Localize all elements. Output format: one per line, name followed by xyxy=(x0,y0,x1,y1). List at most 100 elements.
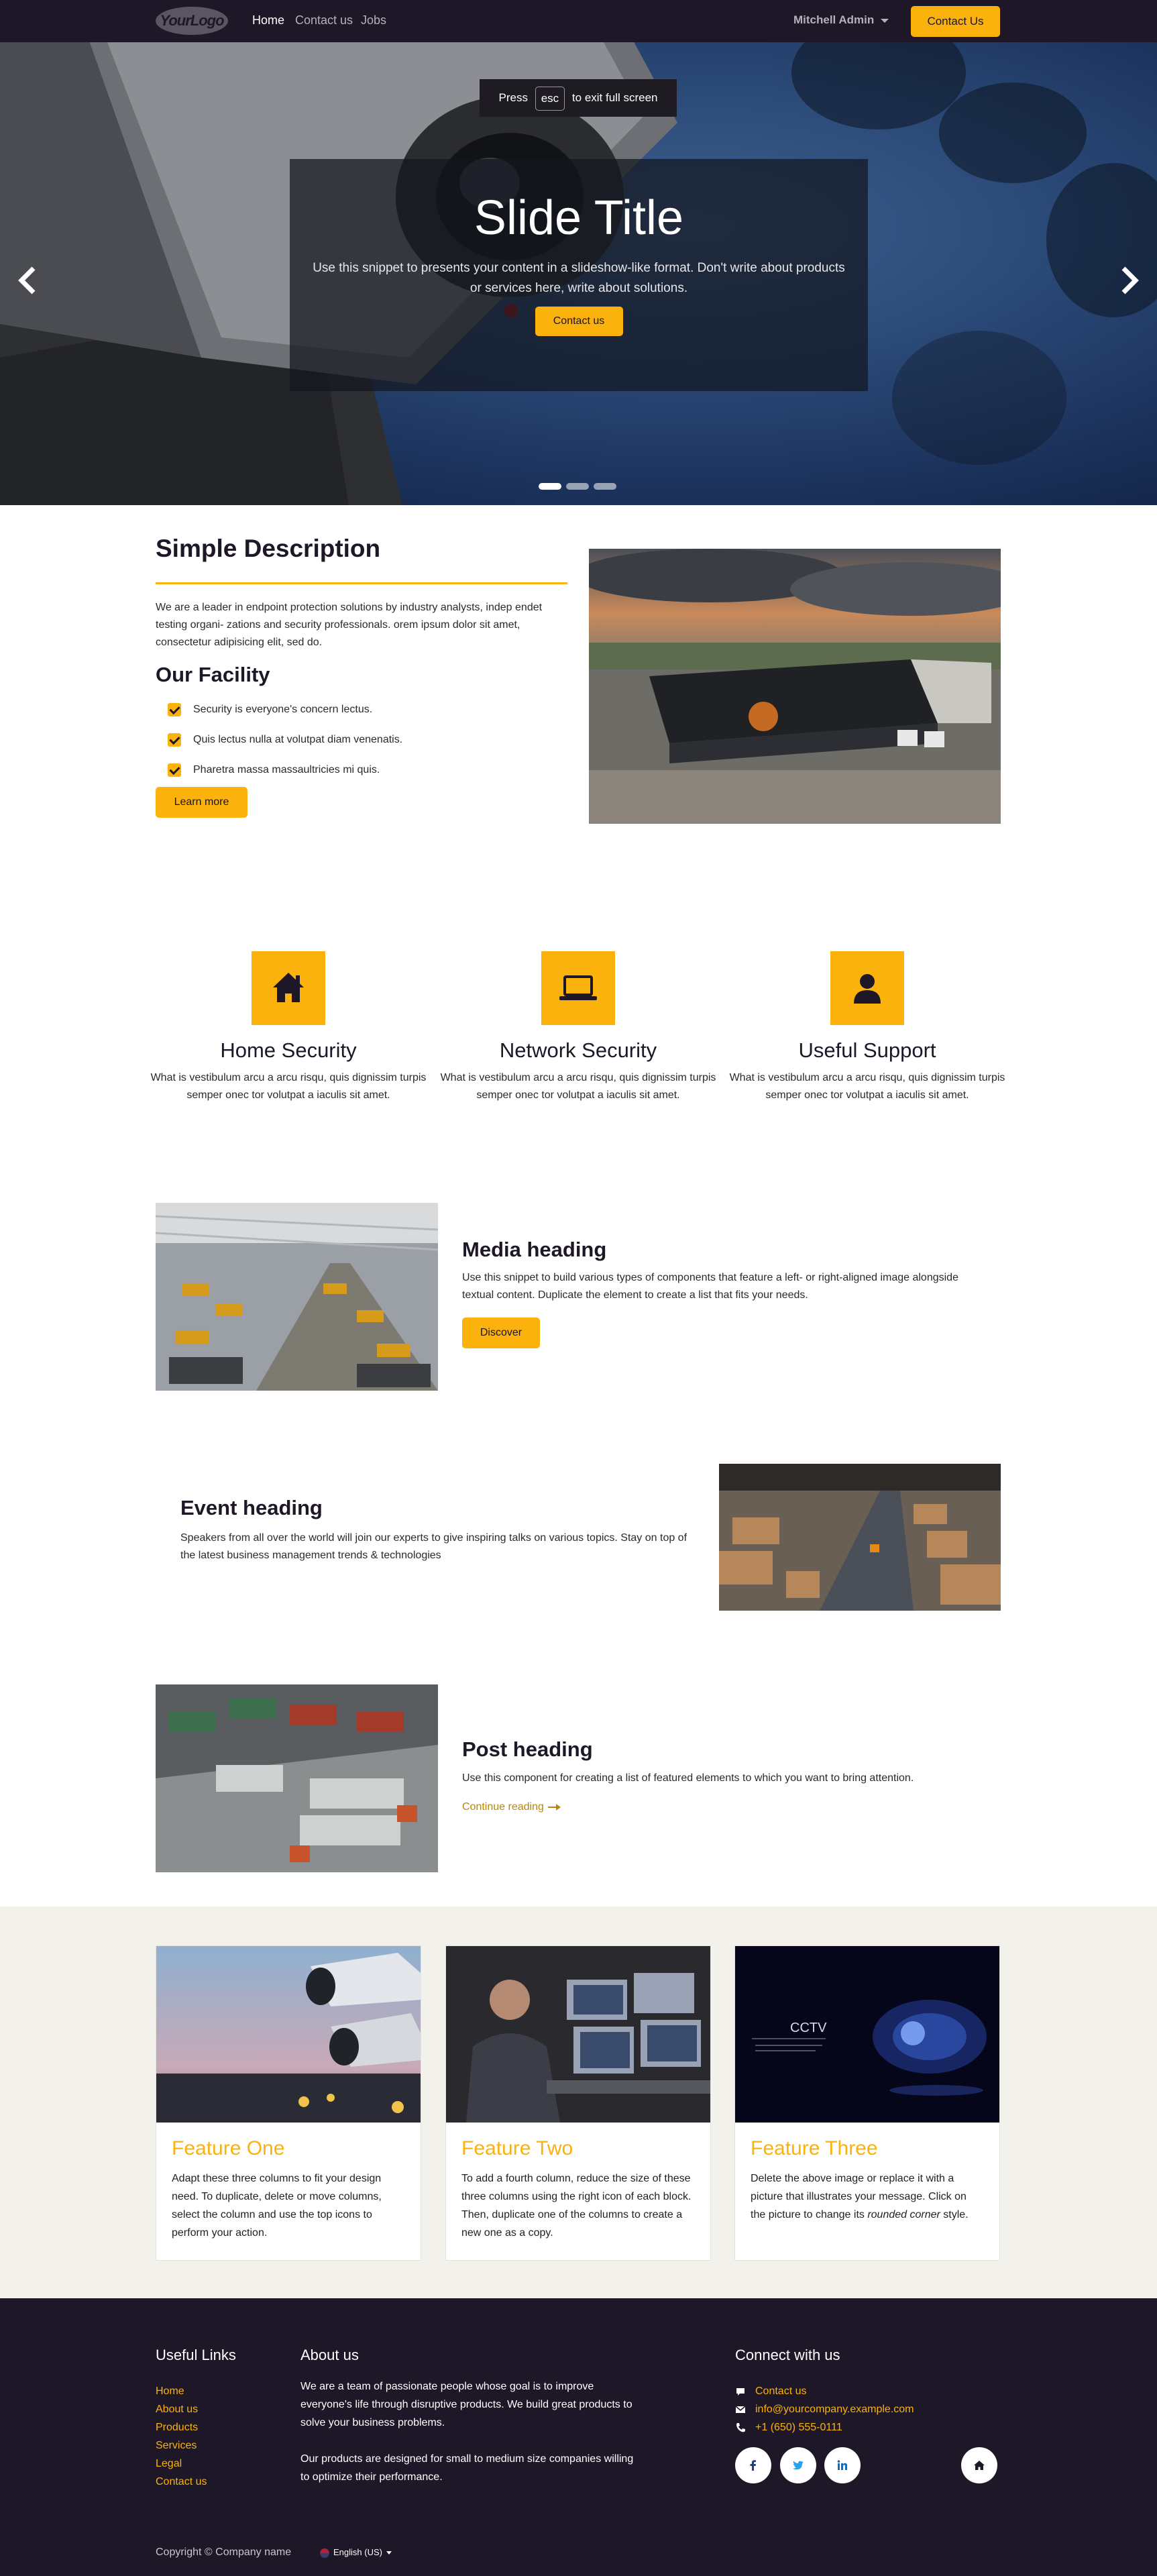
feature-card-one: Feature One Adapt these three columns to… xyxy=(156,1945,421,2261)
arrow-right-icon xyxy=(547,1803,561,1811)
footer-about-title: About us xyxy=(300,2347,359,2363)
copyright-text: Copyright © Company name xyxy=(156,2546,292,2558)
linkedin-icon[interactable] xyxy=(824,2447,861,2483)
footer-links: Home About us Products Services Legal Co… xyxy=(156,2382,207,2491)
cctv-city-image xyxy=(156,1946,421,2123)
navbar: YourLogo Home Contact us Jobs Mitchell A… xyxy=(0,0,1157,42)
checkbox-icon xyxy=(168,733,181,747)
carousel-indicator[interactable] xyxy=(594,483,616,490)
checkbox-icon xyxy=(168,702,181,716)
esc-key: esc xyxy=(535,86,565,111)
feature-title: Home Security xyxy=(220,1038,357,1062)
footer-contact-list: Contact us info@yourcompany.example.com … xyxy=(735,2382,914,2436)
nav-contact-button[interactable]: Contact Us xyxy=(911,6,1000,37)
checkbox-icon xyxy=(168,763,181,777)
footer-link-services[interactable]: Services xyxy=(156,2436,207,2455)
facebook-icon[interactable] xyxy=(735,2447,771,2483)
post-heading: Post heading xyxy=(462,1737,593,1761)
nav-link-contact[interactable]: Contact us xyxy=(295,13,353,28)
card-text: To add a fourth column, reduce the size … xyxy=(461,2173,692,2239)
continue-reading-link[interactable]: Continue reading xyxy=(462,1801,561,1813)
caret-down-icon xyxy=(386,2551,392,2555)
feature-text: What is vestibulum arcu a arcu risqu, qu… xyxy=(729,1072,1005,1101)
language-selector[interactable]: English (US) xyxy=(320,2547,392,2558)
monitoring-operator-image xyxy=(446,1946,710,2123)
card-text: Adapt these three columns to fit your de… xyxy=(172,2173,382,2239)
footer: Useful Links Home About us Products Serv… xyxy=(0,2298,1157,2576)
feature-card-three: CCTV Feature Three Delete the above imag… xyxy=(734,1945,1000,2261)
feature-useful-support: Useful Support What is vestibulum arcu a… xyxy=(723,951,1011,1104)
laptop-icon xyxy=(541,951,615,1025)
card-text: Delete the above image or replace it wit… xyxy=(751,2173,969,2220)
title-underline xyxy=(156,582,567,584)
footer-about-text: We are a team of passionate people whose… xyxy=(300,2381,634,2483)
nav-link-jobs[interactable]: Jobs xyxy=(361,13,386,28)
comment-icon xyxy=(736,2387,745,2396)
feature-network-security: Network Security What is vestibulum arcu… xyxy=(434,951,722,1104)
chevron-right-icon[interactable] xyxy=(1117,260,1144,301)
carousel-indicators xyxy=(539,481,621,493)
footer-link-about[interactable]: About us xyxy=(156,2400,207,2418)
footer-email[interactable]: info@yourcompany.example.com xyxy=(735,2400,914,2418)
footer-link-legal[interactable]: Legal xyxy=(156,2455,207,2473)
card-title: Feature Three xyxy=(751,2137,878,2159)
footer-links-title: Useful Links xyxy=(156,2347,236,2363)
cctv-dark-image: CCTV xyxy=(735,1946,999,2123)
home-icon xyxy=(252,951,325,1025)
feature-home-security: Home Security What is vestibulum arcu a … xyxy=(144,951,433,1104)
slide-text: Use this snippet to presents your conten… xyxy=(313,261,845,295)
twitter-icon[interactable] xyxy=(780,2447,816,2483)
user-icon xyxy=(830,951,904,1025)
footer-contact-us[interactable]: Contact us xyxy=(735,2382,914,2400)
user-name: Mitchell Admin xyxy=(793,13,875,26)
media-heading: Media heading xyxy=(462,1238,607,1261)
feature-title: Useful Support xyxy=(798,1038,936,1062)
facility-checklist: Security is everyone's concern lectus. Q… xyxy=(168,694,402,785)
slide-caption: Slide Title Use this snippet to presents… xyxy=(290,159,868,391)
phone-icon xyxy=(736,2422,745,2432)
nav-link-home[interactable]: Home xyxy=(252,13,284,28)
carousel-indicator[interactable] xyxy=(566,483,589,490)
foliage-shape xyxy=(791,42,966,129)
footer-link-products[interactable]: Products xyxy=(156,2418,207,2436)
chevron-left-icon[interactable] xyxy=(13,260,40,301)
feature-text: What is vestibulum arcu a arcu risqu, qu… xyxy=(440,1072,716,1101)
media-text: Use this snippet to build various types … xyxy=(462,1272,958,1301)
card-title: Feature Two xyxy=(461,2137,573,2159)
footer-connect-title: Connect with us xyxy=(735,2347,840,2363)
warehouse-image xyxy=(719,1464,1001,1611)
foliage-shape xyxy=(892,331,1066,465)
facility-image xyxy=(589,549,1001,824)
card-title: Feature One xyxy=(172,2137,285,2159)
fullscreen-tip: Press esc to exit full screen xyxy=(480,79,677,117)
feature-title: Network Security xyxy=(499,1038,657,1062)
description-text: We are a leader in endpoint protection s… xyxy=(156,602,543,648)
logo[interactable]: YourLogo xyxy=(156,7,228,35)
feature-text: What is vestibulum arcu a arcu risqu, qu… xyxy=(150,1072,427,1101)
feature-card-two: Feature Two To add a fourth column, redu… xyxy=(445,1945,711,2261)
hero-carousel: Press esc to exit full screen Slide Titl… xyxy=(0,42,1157,505)
home-icon[interactable] xyxy=(961,2447,997,2483)
footer-phone[interactable]: +1 (650) 555-0111 xyxy=(735,2418,914,2436)
envelope-icon xyxy=(735,2405,746,2413)
event-text: Speakers from all over the world will jo… xyxy=(180,1532,687,1561)
post-text: Use this component for creating a list o… xyxy=(462,1772,914,1784)
caret-down-icon xyxy=(881,18,889,23)
checklist-item: Pharetra massa massaultricies mi quis. xyxy=(168,755,402,785)
cctv-label: CCTV xyxy=(790,2021,827,2035)
us-flag-icon xyxy=(320,2548,329,2558)
footer-link-contact[interactable]: Contact us xyxy=(156,2473,207,2491)
footer-link-home[interactable]: Home xyxy=(156,2382,207,2400)
checklist-item: Quis lectus nulla at volutpat diam venen… xyxy=(168,724,402,755)
factory-image xyxy=(156,1203,438,1391)
discover-button[interactable]: Discover xyxy=(462,1318,540,1348)
description-title: Simple Description xyxy=(156,535,381,562)
facility-title: Our Facility xyxy=(156,663,270,686)
foliage-shape xyxy=(939,83,1087,183)
carousel-indicator[interactable] xyxy=(539,483,561,490)
learn-more-button[interactable]: Learn more xyxy=(156,787,247,818)
checklist-item: Security is everyone's concern lectus. xyxy=(168,694,402,724)
slide-contact-button[interactable]: Contact us xyxy=(535,307,623,336)
slide-title: Slide Title xyxy=(474,191,684,245)
user-menu[interactable]: Mitchell Admin xyxy=(793,13,889,27)
